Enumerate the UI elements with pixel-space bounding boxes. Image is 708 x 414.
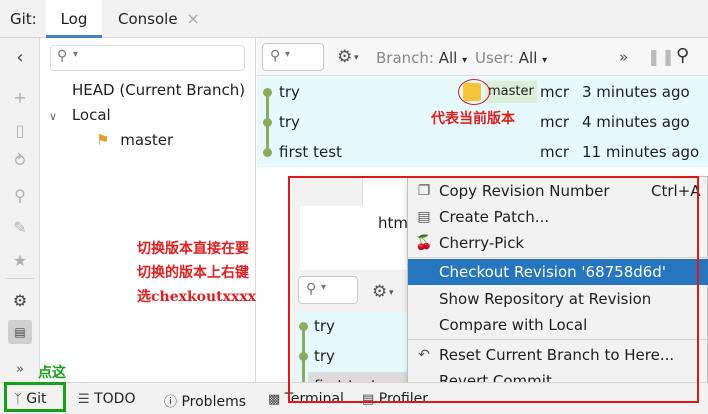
commit-author: mcr — [540, 113, 570, 131]
chevron-down-icon: ∨ — [49, 110, 58, 123]
list-icon: ☰ — [78, 392, 90, 407]
tab-log[interactable]: Log — [46, 0, 102, 38]
branch-filter-label: Branch: — [376, 49, 434, 67]
chevron-down-icon: ▾ — [542, 55, 548, 66]
expand-icon[interactable]: » — [10, 360, 30, 380]
branch-filter-value: All — [438, 49, 458, 67]
left-toolbar: ‹ + ▯ ⥁ ⚲ ✎ ★ ⚙ ▤ » — [0, 38, 40, 382]
commit-message: first test — [279, 143, 342, 161]
git-prefix-label: Git: — [10, 10, 37, 28]
tree-head[interactable]: HEAD (Current Branch) — [72, 81, 245, 99]
commit-graph-node — [263, 148, 272, 157]
bottom-tab-todo[interactable]: ☰ TODO — [78, 391, 135, 407]
bottom-tab-problems[interactable]: ⓘ Problems — [164, 391, 246, 410]
branch-ref-badge: master — [485, 81, 537, 103]
tree-local-group[interactable]: ∨ Local — [49, 106, 111, 124]
delete-icon[interactable]: ▯ — [10, 121, 30, 141]
search-icon[interactable]: ⚲ — [676, 45, 689, 66]
branch-master-label: master — [120, 131, 174, 149]
commit-message: try — [279, 83, 300, 101]
annotation-switch-line1: 切换版本直接在要 — [137, 241, 249, 257]
commit-date: 3 minutes ago — [582, 83, 690, 101]
chevron-down-icon: ▾ — [354, 53, 359, 63]
annotation-click-here: 点这 — [38, 365, 66, 381]
commit-graph-node — [263, 118, 272, 127]
chevron-down-icon: ▾ — [73, 49, 79, 60]
layout-toggle-icon[interactable]: ▤ — [8, 320, 32, 344]
toolbar-divider — [6, 278, 34, 279]
tree-branch-master[interactable]: ⚑ master — [96, 131, 173, 149]
commit-date: 11 minutes ago — [582, 143, 700, 161]
commit-graph-node — [263, 88, 272, 97]
chevron-down-icon: ▾ — [462, 55, 468, 66]
search-icon: ⚲ — [270, 48, 281, 64]
annotation-switch-line3: 选chexkoutxxxx — [137, 289, 257, 305]
context-menu-highlight-box — [288, 176, 699, 403]
annotation-switch-line2: 切换的版本上右键 — [137, 265, 249, 281]
merge-icon[interactable]: ⥁ — [10, 151, 30, 171]
branches-panel: ⚲ ▾ HEAD (Current Branch) ∨ Local ⚑ mast… — [41, 38, 256, 382]
branch-filter[interactable]: Branch: All ▾ — [376, 49, 467, 67]
pause-icon[interactable]: ❚❚ — [647, 47, 676, 66]
close-icon[interactable]: × — [186, 9, 199, 28]
chevron-left-icon[interactable]: ‹ — [10, 48, 30, 68]
chevron-down-icon: ▾ — [285, 49, 291, 60]
user-filter-value: All — [518, 49, 538, 67]
local-label: Local — [71, 106, 111, 124]
tab-log-label: Log — [60, 10, 88, 28]
user-filter-label: User: — [475, 49, 514, 67]
tag-icon: ⚑ — [96, 131, 110, 149]
log-search-input[interactable]: ⚲ ▾ — [262, 43, 324, 71]
git-tab-highlight-box — [4, 382, 66, 412]
tab-console-label: Console — [118, 10, 178, 28]
branch-search-input[interactable]: ⚲ ▾ — [50, 45, 245, 71]
info-icon: ⓘ — [164, 395, 178, 410]
commit-author: mcr — [540, 143, 570, 161]
search-icon[interactable]: ⚲ — [10, 186, 30, 206]
commit-author: mcr — [540, 83, 570, 101]
tool-window-tabbar: Git: Log Console × — [0, 0, 708, 38]
user-filter[interactable]: User: All ▾ — [475, 49, 547, 67]
current-tag-highlight — [458, 79, 490, 105]
log-toolbar: ⚲ ▾ ⚙ ▾ Branch: All ▾ User: All ▾ » ❚❚ ⚲ — [257, 38, 708, 76]
add-icon[interactable]: + — [10, 88, 30, 108]
terminal-icon: ▩ — [268, 392, 281, 407]
bottom-tab-label: Problems — [181, 394, 246, 410]
commit-message: try — [279, 113, 300, 131]
commit-row[interactable]: first test mcr 11 minutes ago — [257, 137, 708, 167]
gear-icon[interactable]: ⚙ — [337, 47, 352, 67]
annotation-current-version: 代表当前版本 — [431, 111, 515, 127]
tab-console[interactable]: Console × — [118, 0, 200, 38]
search-icon: ⚲ — [57, 48, 68, 64]
edit-icon[interactable]: ✎ — [10, 218, 30, 238]
commit-date: 4 minutes ago — [582, 113, 690, 131]
bottom-tab-label: TODO — [94, 391, 136, 407]
star-icon[interactable]: ★ — [10, 251, 30, 271]
gear-icon[interactable]: ⚙ — [10, 291, 30, 311]
more-filters-button[interactable]: » — [619, 48, 628, 66]
